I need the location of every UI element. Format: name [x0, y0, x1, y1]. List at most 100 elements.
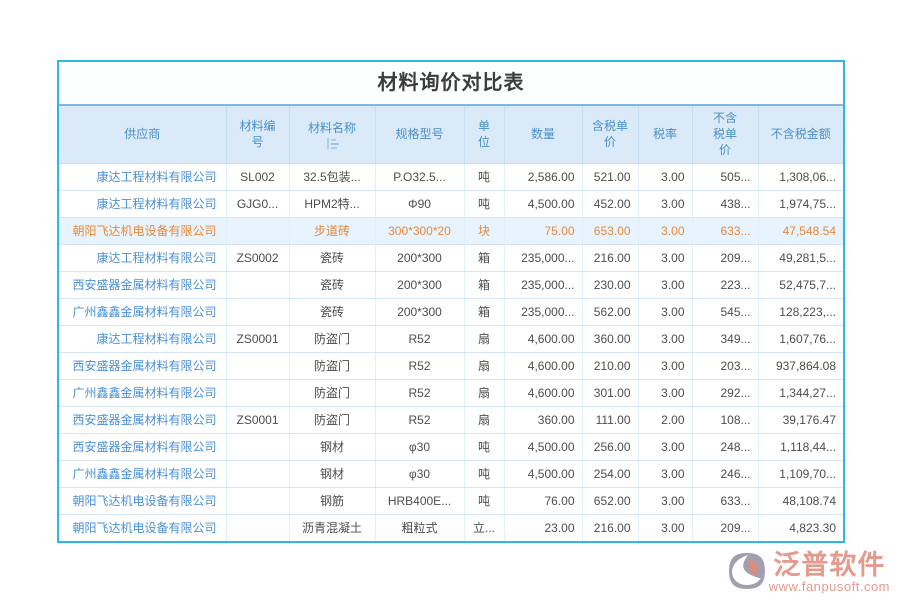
- cell-supplier[interactable]: 朝阳飞达机电设备有限公司: [59, 217, 226, 244]
- page: 材料询价对比表 供应商 材料编 号 材料名称 规格型号 单 位 数量 含税单 价税率不含 税…: [0, 0, 900, 600]
- table-row[interactable]: 康达工程材料有限公司ZS0002瓷砖200*300箱235,000...216.…: [59, 244, 843, 271]
- col-header-label: 材料名称: [308, 120, 356, 136]
- table-row[interactable]: 西安盛器金属材料有限公司ZS0001防盗门R52扇360.00111.002.0…: [59, 406, 843, 433]
- cell-material-name: 步道砖: [289, 217, 375, 244]
- cell-tax-price: 521.00: [582, 163, 638, 190]
- cell-material-code: [226, 217, 289, 244]
- cell-supplier[interactable]: 朝阳飞达机电设备有限公司: [59, 514, 226, 541]
- cell-tax-price: 111.00: [582, 406, 638, 433]
- table-row[interactable]: 广州鑫鑫金属材料有限公司瓷砖200*300箱235,000...562.003.…: [59, 298, 843, 325]
- cell-supplier[interactable]: 广州鑫鑫金属材料有限公司: [59, 379, 226, 406]
- cell-tax-price: 653.00: [582, 217, 638, 244]
- table-body: 康达工程材料有限公司SL00232.5包装...P.O32.5...吨2,586…: [59, 163, 843, 541]
- cell-material-name: 钢材: [289, 460, 375, 487]
- cell-tax-price: 301.00: [582, 379, 638, 406]
- cell-supplier[interactable]: 广州鑫鑫金属材料有限公司: [59, 298, 226, 325]
- table-title: 材料询价对比表: [59, 62, 843, 106]
- cell-spec-model: 200*300: [375, 271, 464, 298]
- col-header-label: 材料编 号: [239, 118, 275, 150]
- col-header-material-code[interactable]: 材料编 号: [226, 106, 289, 163]
- cell-quantity: 4,600.00: [504, 352, 582, 379]
- cell-no-tax-amount: 1,118,44...: [758, 433, 843, 460]
- table-row[interactable]: 康达工程材料有限公司SL00232.5包装...P.O32.5...吨2,586…: [59, 163, 843, 190]
- brand-website: www.fanpusoft.com: [769, 579, 890, 594]
- cell-material-name: 防盗门: [289, 325, 375, 352]
- col-header-label: 供应商: [124, 126, 160, 142]
- cell-supplier[interactable]: 西安盛器金属材料有限公司: [59, 406, 226, 433]
- cell-supplier[interactable]: 西安盛器金属材料有限公司: [59, 433, 226, 460]
- cell-no-tax-price: 209...: [692, 514, 758, 541]
- col-header-material-name[interactable]: 材料名称: [289, 106, 375, 163]
- cell-tax-rate: 3.00: [638, 244, 692, 271]
- cell-material-code: [226, 379, 289, 406]
- table-row[interactable]: 朝阳飞达机电设备有限公司沥青混凝土粗粒式立...23.00216.003.002…: [59, 514, 843, 541]
- table-row[interactable]: 西安盛器金属材料有限公司瓷砖200*300箱235,000...230.003.…: [59, 271, 843, 298]
- col-header-spec-model[interactable]: 规格型号: [375, 106, 464, 163]
- cell-material-code: [226, 271, 289, 298]
- col-header-no-tax-price[interactable]: 不含 税单 价: [692, 106, 758, 163]
- cell-quantity: 4,500.00: [504, 190, 582, 217]
- cell-spec-model: φ30: [375, 460, 464, 487]
- cell-quantity: 4,600.00: [504, 379, 582, 406]
- cell-no-tax-price: 505...: [692, 163, 758, 190]
- cell-no-tax-amount: 1,308,06...: [758, 163, 843, 190]
- cell-no-tax-amount: 1,974,75...: [758, 190, 843, 217]
- cell-no-tax-price: 108...: [692, 406, 758, 433]
- cell-material-name: 钢材: [289, 433, 375, 460]
- col-header-label: 单 位: [478, 118, 490, 150]
- cell-tax-rate: 3.00: [638, 271, 692, 298]
- cell-quantity: 75.00: [504, 217, 582, 244]
- cell-spec-model: Φ90: [375, 190, 464, 217]
- col-header-tax-rate[interactable]: 税率: [638, 106, 692, 163]
- table-row[interactable]: 西安盛器金属材料有限公司钢材φ30吨4,500.00256.003.00248.…: [59, 433, 843, 460]
- cell-supplier[interactable]: 康达工程材料有限公司: [59, 325, 226, 352]
- cell-material-code: [226, 487, 289, 514]
- cell-tax-price: 210.00: [582, 352, 638, 379]
- cell-material-name: 瓷砖: [289, 271, 375, 298]
- comparison-table: 供应商 材料编 号 材料名称 规格型号 单 位 数量 含税单 价税率不含 税单 价不含税金额…: [59, 106, 843, 541]
- cell-no-tax-price: 248...: [692, 433, 758, 460]
- cell-tax-rate: 3.00: [638, 487, 692, 514]
- cell-material-name: 32.5包装...: [289, 163, 375, 190]
- table-row[interactable]: 康达工程材料有限公司ZS0001防盗门R52扇4,600.00360.003.0…: [59, 325, 843, 352]
- cell-supplier[interactable]: 西安盛器金属材料有限公司: [59, 271, 226, 298]
- cell-supplier[interactable]: 广州鑫鑫金属材料有限公司: [59, 460, 226, 487]
- cell-tax-rate: 3.00: [638, 217, 692, 244]
- cell-supplier[interactable]: 西安盛器金属材料有限公司: [59, 352, 226, 379]
- cell-no-tax-price: 292...: [692, 379, 758, 406]
- cell-unit: 扇: [464, 325, 504, 352]
- cell-tax-price: 216.00: [582, 244, 638, 271]
- cell-tax-rate: 3.00: [638, 433, 692, 460]
- cell-spec-model: 200*300: [375, 298, 464, 325]
- table-row[interactable]: 广州鑫鑫金属材料有限公司钢材φ30吨4,500.00254.003.00246.…: [59, 460, 843, 487]
- cell-tax-rate: 3.00: [638, 190, 692, 217]
- cell-supplier[interactable]: 康达工程材料有限公司: [59, 163, 226, 190]
- cell-spec-model: 粗粒式: [375, 514, 464, 541]
- cell-no-tax-amount: 1,607,76...: [758, 325, 843, 352]
- cell-no-tax-amount: 49,281,5...: [758, 244, 843, 271]
- cell-unit: 块: [464, 217, 504, 244]
- col-header-supplier[interactable]: 供应商: [59, 106, 226, 163]
- table-row[interactable]: 西安盛器金属材料有限公司防盗门R52扇4,600.00210.003.00203…: [59, 352, 843, 379]
- cell-no-tax-amount: 47,548.54: [758, 217, 843, 244]
- col-header-no-tax-amount[interactable]: 不含税金额: [758, 106, 843, 163]
- cell-material-code: ZS0001: [226, 325, 289, 352]
- table-row[interactable]: 康达工程材料有限公司GJG0...HPM2特...Φ90吨4,500.00452…: [59, 190, 843, 217]
- table-row[interactable]: 朝阳飞达机电设备有限公司步道砖300*300*20块75.00653.003.0…: [59, 217, 843, 244]
- col-header-unit[interactable]: 单 位: [464, 106, 504, 163]
- cell-no-tax-amount: 128,223,...: [758, 298, 843, 325]
- cell-supplier[interactable]: 康达工程材料有限公司: [59, 244, 226, 271]
- cell-tax-rate: 3.00: [638, 352, 692, 379]
- cell-spec-model: 200*300: [375, 244, 464, 271]
- cell-supplier[interactable]: 朝阳飞达机电设备有限公司: [59, 487, 226, 514]
- sort-icon[interactable]: [326, 138, 339, 149]
- cell-quantity: 4,600.00: [504, 325, 582, 352]
- table-row[interactable]: 朝阳飞达机电设备有限公司钢筋HRB400E...吨76.00652.003.00…: [59, 487, 843, 514]
- col-header-label: 数量: [531, 126, 555, 142]
- col-header-label: 不含税金额: [771, 126, 831, 142]
- col-header-quantity[interactable]: 数量: [504, 106, 582, 163]
- cell-supplier[interactable]: 康达工程材料有限公司: [59, 190, 226, 217]
- cell-no-tax-price: 438...: [692, 190, 758, 217]
- table-row[interactable]: 广州鑫鑫金属材料有限公司防盗门R52扇4,600.00301.003.00292…: [59, 379, 843, 406]
- col-header-tax-price[interactable]: 含税单 价: [582, 106, 638, 163]
